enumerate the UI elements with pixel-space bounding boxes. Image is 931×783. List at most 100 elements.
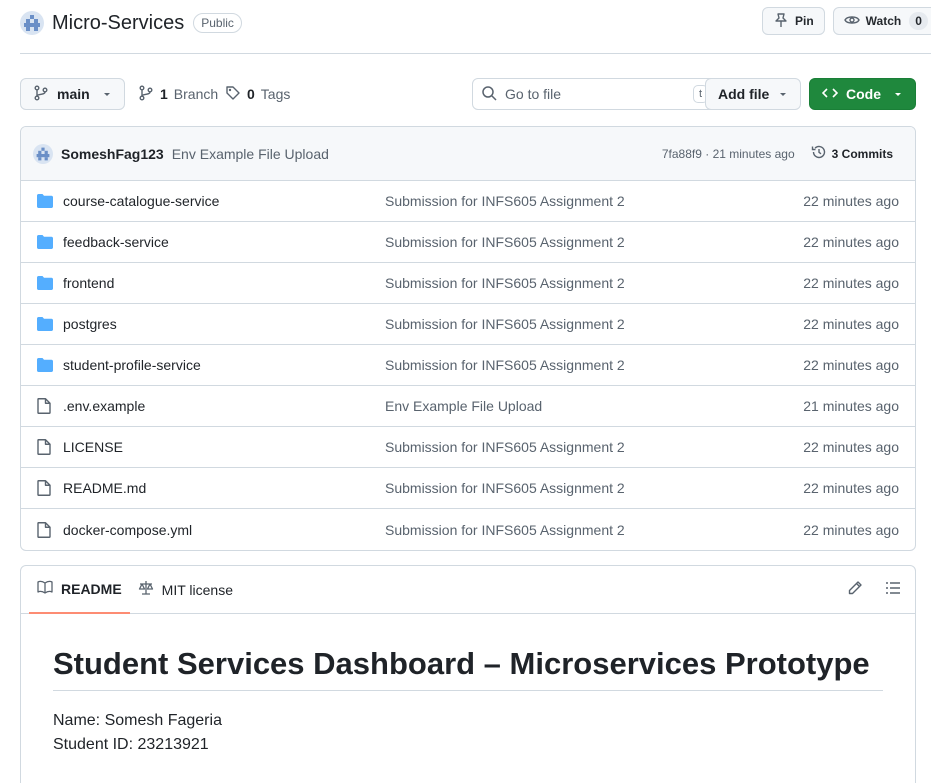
code-icon <box>821 85 839 104</box>
pin-label: Pin <box>795 14 814 28</box>
folder-icon <box>37 193 53 209</box>
readme-tabs: README MIT license <box>21 566 915 614</box>
file-commit-message[interactable]: Submission for INFS605 Assignment 2 <box>385 275 803 291</box>
file-age: 22 minutes ago <box>803 521 899 538</box>
commits-link[interactable]: 3 Commits <box>811 144 903 163</box>
code-label: Code <box>846 86 881 102</box>
latest-commit-bar: SomeshFag123 Env Example File Upload 7fa… <box>21 127 915 181</box>
file-commit-message[interactable]: Submission for INFS605 Assignment 2 <box>385 522 803 538</box>
file-name[interactable]: docker-compose.yml <box>63 522 385 538</box>
readme-name-line: Name: Somesh Fageria <box>53 712 222 729</box>
commit-hash-time[interactable]: 7fa88f9 · 21 minutes ago <box>662 147 795 161</box>
file-name[interactable]: README.md <box>63 480 385 496</box>
readme-tools <box>847 580 901 599</box>
pencil-icon[interactable] <box>847 580 863 599</box>
file-commit-message[interactable]: Submission for INFS605 Assignment 2 <box>385 480 803 496</box>
file-row[interactable]: docker-compose.yml Submission for INFS60… <box>21 509 915 550</box>
file-row[interactable]: .env.example Env Example File Upload 21 … <box>21 386 915 427</box>
history-icon <box>811 144 827 163</box>
folder-icon <box>37 316 53 332</box>
tab-readme-label: README <box>61 580 122 597</box>
outline-list-icon[interactable] <box>885 580 901 599</box>
code-button[interactable]: Code <box>809 78 916 110</box>
file-age: 21 minutes ago <box>803 398 899 414</box>
branch-count: 1 <box>160 86 168 102</box>
file-commit-message[interactable]: Submission for INFS605 Assignment 2 <box>385 234 803 250</box>
author-avatar[interactable] <box>33 143 53 164</box>
file-row[interactable]: student-profile-service Submission for I… <box>21 345 915 386</box>
add-file-label: Add file <box>718 86 770 102</box>
eye-icon <box>843 12 860 31</box>
pin-button[interactable]: Pin <box>762 7 825 35</box>
chevron-down-icon <box>102 86 112 102</box>
file-icon <box>37 480 53 496</box>
file-row[interactable]: frontend Submission for INFS605 Assignme… <box>21 263 915 304</box>
book-icon <box>37 579 53 598</box>
file-row[interactable]: LICENSE Submission for INFS605 Assignmen… <box>21 427 915 468</box>
add-file-button[interactable]: Add file <box>705 78 801 110</box>
file-row[interactable]: course-catalogue-service Submission for … <box>21 181 915 222</box>
commits-count: 3 Commits <box>831 146 893 161</box>
branch-icon <box>138 85 154 104</box>
pin-icon <box>773 12 789 31</box>
branch-icon <box>33 85 49 104</box>
file-age: 22 minutes ago <box>803 275 899 291</box>
file-commit-message[interactable]: Submission for INFS605 Assignment 2 <box>385 357 803 373</box>
readme-title: Student Services Dashboard – Microservic… <box>53 646 883 691</box>
file-name[interactable]: course-catalogue-service <box>63 193 385 209</box>
branch-selector[interactable]: main <box>20 78 125 110</box>
file-icon <box>37 439 53 455</box>
file-icon <box>37 398 53 414</box>
file-toolbar: main 1 Branch 0 Tags Go to file t Add fi… <box>20 78 916 110</box>
watch-count: 0 <box>909 12 928 30</box>
tag-count: 0 <box>247 86 255 102</box>
scale-icon <box>138 580 154 599</box>
watch-label: Watch <box>865 14 902 28</box>
file-age: 22 minutes ago <box>803 316 899 332</box>
file-row[interactable]: feedback-service Submission for INFS605 … <box>21 222 915 263</box>
file-age: 22 minutes ago <box>803 480 899 496</box>
commit-meta: 7fa88f9 · 21 minutes ago 3 Commits <box>662 144 903 163</box>
tab-license[interactable]: MIT license <box>130 566 241 614</box>
file-name[interactable]: postgres <box>63 316 385 332</box>
folder-icon <box>37 357 53 373</box>
file-row[interactable]: postgres Submission for INFS605 Assignme… <box>21 304 915 345</box>
file-icon <box>37 521 53 538</box>
chevron-down-icon <box>778 86 788 102</box>
tags-link[interactable]: 0 Tags <box>225 78 290 110</box>
file-name[interactable]: .env.example <box>63 398 385 414</box>
file-name[interactable]: student-profile-service <box>63 357 385 373</box>
file-age: 22 minutes ago <box>803 357 899 373</box>
file-commit-message[interactable]: Submission for INFS605 Assignment 2 <box>385 193 803 209</box>
header-divider <box>20 53 931 54</box>
file-name[interactable]: frontend <box>63 275 385 291</box>
visibility-badge: Public <box>193 13 242 33</box>
branch-count-label: Branch <box>173 86 219 102</box>
chevron-down-icon <box>893 86 903 102</box>
readme-panel: README MIT license Student Services Dash… <box>20 565 916 783</box>
folder-icon <box>37 275 53 291</box>
tab-readme[interactable]: README <box>29 566 130 614</box>
file-commit-message[interactable]: Submission for INFS605 Assignment 2 <box>385 439 803 455</box>
commit-author[interactable]: SomeshFag123 <box>61 146 164 162</box>
file-name[interactable]: feedback-service <box>63 234 385 250</box>
go-to-file-input[interactable]: Go to file t <box>472 78 717 110</box>
folder-icon <box>37 234 53 250</box>
file-age: 22 minutes ago <box>803 439 899 455</box>
owner-avatar[interactable] <box>20 11 44 35</box>
file-table: SomeshFag123 Env Example File Upload 7fa… <box>20 126 916 551</box>
commit-message[interactable]: Env Example File Upload <box>172 146 329 162</box>
repo-header: Micro-Services Public <box>20 8 242 38</box>
branch-name: main <box>57 86 90 102</box>
file-commit-message[interactable]: Submission for INFS605 Assignment 2 <box>385 316 803 332</box>
readme-student-id-line: Student ID: 23213921 <box>53 736 209 753</box>
branches-link[interactable]: 1 Branch <box>138 78 218 110</box>
file-name[interactable]: LICENSE <box>63 439 385 455</box>
go-to-file-placeholder: Go to file <box>505 86 562 102</box>
watch-button[interactable]: Watch 0 <box>832 7 931 35</box>
repo-name[interactable]: Micro-Services <box>52 12 184 35</box>
file-age: 22 minutes ago <box>803 234 899 250</box>
file-age: 22 minutes ago <box>803 193 899 209</box>
file-row[interactable]: README.md Submission for INFS605 Assignm… <box>21 468 915 509</box>
file-commit-message[interactable]: Env Example File Upload <box>385 398 803 414</box>
